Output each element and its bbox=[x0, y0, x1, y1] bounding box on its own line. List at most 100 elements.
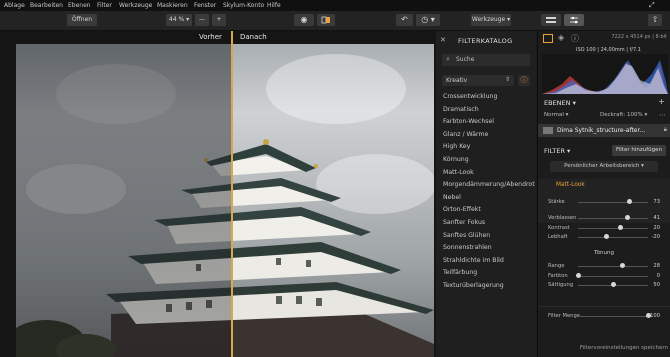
tone-slider[interactable]: Range 28 bbox=[548, 263, 666, 271]
slider-value: 0 bbox=[656, 272, 660, 279]
chevron-up-down-icon: ⇕ bbox=[504, 76, 510, 83]
histogram bbox=[542, 54, 668, 94]
add-filter-button[interactable]: Filter hinzufügen bbox=[612, 145, 666, 156]
photo-canvas[interactable] bbox=[16, 44, 434, 357]
zoom-out-button[interactable]: — bbox=[195, 14, 209, 26]
after-label: Danach bbox=[240, 33, 267, 41]
undo-icon[interactable]: ↶ bbox=[396, 14, 413, 26]
filter-list-item[interactable]: Matt-Look bbox=[443, 169, 474, 176]
slider-label: Sättigung bbox=[548, 282, 574, 288]
slider-knob[interactable] bbox=[617, 224, 623, 230]
menu-bar: Ablage Bearbeiten Ebenen Filter Werkzeug… bbox=[0, 0, 670, 11]
slider-track[interactable] bbox=[578, 202, 648, 203]
filter-list-item[interactable]: Nebel bbox=[443, 194, 461, 201]
slider-value: -20 bbox=[651, 234, 660, 240]
expand-icon[interactable]: ⤢ bbox=[649, 0, 655, 11]
slider-track[interactable] bbox=[578, 227, 648, 229]
slider-label: Filter Menge bbox=[548, 313, 580, 319]
history-icon[interactable]: ◷ ▾ bbox=[416, 14, 440, 26]
zoom-in-button[interactable]: + bbox=[212, 14, 226, 26]
menu-item-ablage[interactable]: Ablage bbox=[4, 0, 25, 11]
layers-panel-icon[interactable] bbox=[541, 14, 561, 26]
adjustment-slider[interactable]: Lebhaft -20 bbox=[548, 234, 666, 242]
blend-mode-dropdown[interactable]: Normal ▾ bbox=[544, 112, 568, 118]
menu-item-fenster[interactable]: Fenster bbox=[194, 0, 216, 11]
layers-title[interactable]: EBENEN ▾ bbox=[544, 99, 576, 107]
menu-item-bearbeiten[interactable]: Bearbeiten bbox=[30, 0, 63, 11]
slider-label: Stärke bbox=[548, 199, 565, 205]
tone-slider[interactable]: Farbton 0 bbox=[548, 272, 666, 281]
active-filter-name[interactable]: Matt-Look bbox=[556, 182, 585, 188]
filter-list-item[interactable]: Texturüberlagerung bbox=[443, 282, 504, 289]
filter-amount-slider[interactable]: Filter Menge 100 bbox=[548, 313, 666, 321]
slider-track[interactable] bbox=[578, 266, 648, 267]
strength-slider[interactable]: Stärke 73 bbox=[548, 199, 666, 207]
close-icon[interactable]: ✕ bbox=[440, 36, 446, 44]
search-field[interactable]: ⌕ Suche bbox=[442, 54, 530, 66]
share-icon[interactable]: ⇧ bbox=[648, 14, 662, 26]
zoom-dropdown[interactable]: 44 % ▾ bbox=[166, 14, 192, 26]
filter-list-item[interactable]: High Key bbox=[443, 143, 470, 150]
compare-icon[interactable] bbox=[317, 14, 335, 26]
slider-knob[interactable] bbox=[610, 282, 616, 287]
slider-knob[interactable] bbox=[620, 263, 626, 268]
divider bbox=[538, 306, 670, 307]
adjustments-panel-icon[interactable] bbox=[564, 14, 584, 26]
adjustment-slider[interactable]: Kontrast 20 bbox=[548, 224, 666, 233]
adjustment-slider[interactable]: Verblassen 41 bbox=[548, 215, 666, 223]
filter-list-item[interactable]: Teilfärbung bbox=[443, 269, 477, 276]
menu-item-skylum-konto[interactable]: Skylum-Konto bbox=[223, 0, 264, 11]
menu-item-ebenen[interactable]: Ebenen bbox=[68, 0, 91, 11]
filter-list-item[interactable]: Sanftes Glühen bbox=[443, 232, 490, 239]
workspace-dropdown[interactable]: Persönlicher Arbeitsbereich ▾ bbox=[550, 161, 658, 172]
split-divider-handle[interactable] bbox=[231, 31, 233, 357]
menu-item-filter[interactable]: Filter bbox=[97, 0, 112, 11]
more-icon[interactable]: ⋯ bbox=[659, 111, 666, 119]
tone-title: Tönung bbox=[594, 250, 614, 256]
preview-eye-icon[interactable]: ◉ bbox=[294, 14, 314, 26]
tone-slider[interactable]: Sättigung 50 bbox=[548, 282, 666, 290]
slider-track[interactable] bbox=[578, 275, 648, 277]
filter-list-item[interactable]: Farbton-Wechsel bbox=[443, 118, 494, 125]
slider-value: 100 bbox=[650, 313, 660, 319]
slider-value: 28 bbox=[653, 263, 660, 269]
right-panel: ◈ ⓘ 7222 x 4514 px | 8-bit ISO 100 | 24,… bbox=[537, 31, 670, 357]
menu-item-hilfe[interactable]: Hilfe bbox=[267, 0, 281, 11]
slider-track[interactable] bbox=[578, 316, 648, 317]
save-preset-button[interactable]: Filtervoreinstellungen speichern bbox=[568, 345, 668, 355]
menu-item-maskieren[interactable]: Maskieren bbox=[157, 0, 188, 11]
add-layer-icon[interactable]: + bbox=[658, 97, 665, 106]
slider-track[interactable] bbox=[578, 237, 648, 238]
slider-knob[interactable] bbox=[603, 234, 609, 239]
filter-catalog-panel: ✕ FILTERKATALOG ⌕ Suche Kreativ ⇕ ⓘ Cros… bbox=[436, 31, 536, 357]
slider-knob[interactable] bbox=[575, 272, 581, 278]
filter-list-item[interactable]: Morgendämmerung/Abendrot bbox=[443, 181, 535, 188]
opacity-dropdown[interactable]: Deckraft: 100% ▾ bbox=[600, 112, 647, 118]
category-dropdown[interactable]: Kreativ ⇕ bbox=[442, 75, 514, 86]
image-icon[interactable] bbox=[543, 34, 553, 43]
filter-list-item[interactable]: Sonnenstrahlen bbox=[443, 244, 492, 251]
tools-dropdown[interactable]: Werkzeuge ▾ bbox=[471, 14, 511, 26]
filter-list-item[interactable]: Glanz / Wärme bbox=[443, 131, 488, 138]
filter-list-item[interactable]: Körnung bbox=[443, 156, 469, 163]
layer-thumbnail bbox=[543, 127, 553, 134]
filter-list-item[interactable]: Dramatisch bbox=[443, 106, 479, 113]
filter-title[interactable]: FILTER ▾ bbox=[544, 147, 570, 155]
layer-row[interactable]: Dima Sytnik_structure-after... 🔒︎ bbox=[538, 124, 670, 137]
layers-icon[interactable]: ◈ bbox=[558, 33, 564, 42]
filter-list-item[interactable]: Crossentwicklung bbox=[443, 93, 497, 100]
filter-list-item[interactable]: Strahldichte im Bild bbox=[443, 257, 504, 264]
menu-item-werkzeuge[interactable]: Werkzeuge bbox=[119, 0, 152, 11]
slider-value: 20 bbox=[653, 224, 660, 231]
info-icon[interactable]: ⓘ bbox=[518, 75, 530, 86]
slider-knob[interactable] bbox=[626, 199, 632, 204]
zoom-value: 44 % bbox=[168, 16, 185, 23]
filter-list-item[interactable]: Sanfter Fokus bbox=[443, 219, 485, 226]
slider-label: Verblassen bbox=[548, 215, 577, 221]
slider-knob[interactable] bbox=[624, 215, 630, 220]
info-circle-icon[interactable]: ⓘ bbox=[571, 33, 579, 44]
slider-label: Kontrast bbox=[548, 224, 570, 231]
open-button[interactable]: Öffnen bbox=[67, 14, 97, 26]
filter-list-item[interactable]: Orton-Effekt bbox=[443, 206, 481, 213]
slider-track[interactable] bbox=[578, 218, 648, 219]
